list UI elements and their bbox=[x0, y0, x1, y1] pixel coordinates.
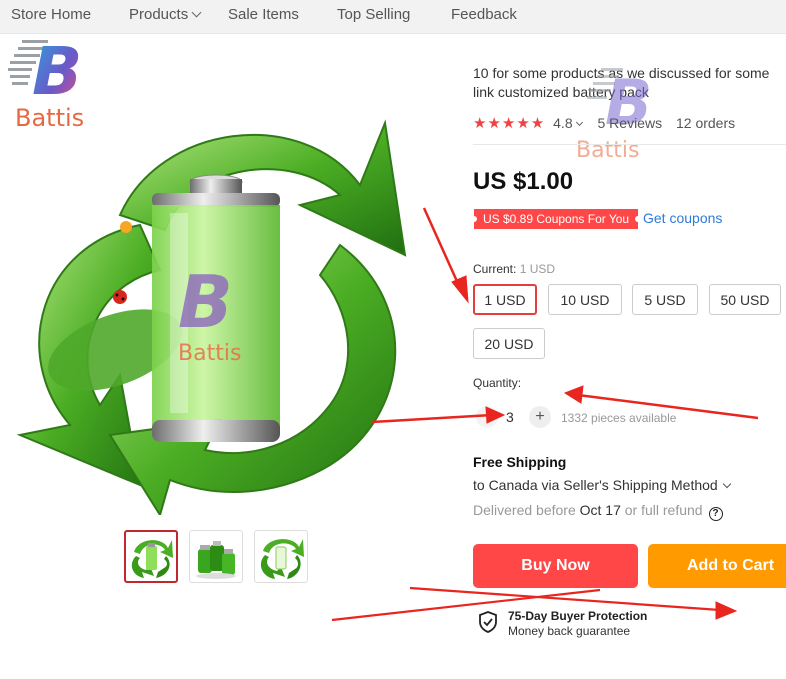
annotation-arrow-buy-2 bbox=[409, 586, 721, 612]
batteries-thumb-icon bbox=[196, 541, 236, 579]
help-icon[interactable]: ? bbox=[708, 507, 723, 521]
nav-products[interactable]: Products bbox=[129, 6, 202, 23]
coupon-badge[interactable]: US $0.89 Coupons For You bbox=[470, 209, 642, 229]
chevron-down-icon bbox=[191, 7, 202, 18]
nav-store-home[interactable]: Store Home bbox=[11, 6, 91, 23]
quantity-decrease-button[interactable] bbox=[476, 406, 498, 428]
quantity-value[interactable]: 3 bbox=[506, 409, 514, 425]
nav-sale-items[interactable]: Sale Items bbox=[228, 6, 299, 23]
buyer-protection-subtitle: Money back guarantee bbox=[508, 624, 631, 638]
image-watermark-text: Battis bbox=[178, 341, 241, 366]
thumbnail-3[interactable] bbox=[254, 530, 308, 583]
watermark-logo-text: Battis bbox=[576, 138, 640, 163]
nav-feedback[interactable]: Feedback bbox=[451, 6, 517, 23]
chevron-down-icon bbox=[722, 479, 731, 489]
shipping-to-text: to Canada via Seller's Shipping Method bbox=[473, 477, 718, 493]
svg-text:B: B bbox=[178, 260, 233, 344]
delivered-prefix: Delivered before bbox=[473, 502, 576, 518]
buyer-protection-title: 75-Day Buyer Protection bbox=[508, 609, 648, 623]
current-label-text: Current: bbox=[473, 262, 517, 276]
divider bbox=[473, 144, 786, 145]
recycle-battery-thumb-icon bbox=[131, 540, 173, 578]
option-50-usd[interactable]: 50 USD bbox=[709, 284, 781, 315]
shipping-title: Free Shipping bbox=[473, 454, 567, 470]
shipping-method-selector[interactable]: to Canada via Seller's Shipping Method bbox=[473, 477, 731, 493]
annotation-arrowhead-qty-right bbox=[563, 385, 584, 404]
reviews-link[interactable]: 5 Reviews bbox=[598, 115, 663, 131]
svg-text:B: B bbox=[32, 34, 82, 102]
buy-now-button[interactable]: Buy Now bbox=[473, 544, 638, 588]
flower-icon bbox=[120, 221, 132, 233]
delivery-estimate: Delivered before Oct 17 or full refund? bbox=[473, 502, 723, 521]
quantity-label: Quantity: bbox=[473, 376, 522, 390]
thumbnail-2[interactable] bbox=[189, 530, 243, 583]
price: US $1.00 bbox=[473, 168, 574, 195]
annotation-arrowhead-option bbox=[451, 275, 469, 304]
ladybug-icon bbox=[113, 290, 127, 304]
thumbnail-1[interactable] bbox=[124, 530, 178, 583]
add-to-cart-button[interactable]: Add to Cart bbox=[648, 544, 786, 588]
recycle-thumb-icon bbox=[260, 539, 304, 579]
quantity-increase-button[interactable]: + bbox=[529, 406, 551, 428]
orders-count: 12 orders bbox=[675, 115, 736, 131]
nav-products-label: Products bbox=[129, 6, 189, 23]
delivery-date: Oct 17 bbox=[579, 502, 621, 518]
shield-check-icon bbox=[479, 611, 497, 633]
quantity-available: 1332 pieces available bbox=[561, 411, 677, 425]
nav-top-selling[interactable]: Top Selling bbox=[337, 6, 410, 23]
option-20-usd[interactable]: 20 USD bbox=[473, 328, 545, 359]
chevron-down-icon[interactable] bbox=[575, 118, 583, 127]
product-main-image[interactable]: B Battis bbox=[0, 95, 440, 515]
brand-logo-icon: B bbox=[8, 34, 82, 102]
rating-stars-icon: ★★★★★ bbox=[473, 115, 546, 132]
current-option-value: 1 USD bbox=[519, 262, 556, 276]
annotation-arrowhead-buy bbox=[715, 601, 738, 620]
option-5-usd[interactable]: 5 USD bbox=[632, 284, 698, 315]
delivered-suffix: or full refund bbox=[624, 502, 703, 518]
rating-row: ★★★★★ 4.8 5 Reviews 12 orders bbox=[473, 114, 735, 132]
rating-score[interactable]: 4.8 bbox=[553, 115, 572, 131]
option-1-usd[interactable]: 1 USD bbox=[473, 284, 537, 315]
get-coupons-link[interactable]: Get coupons bbox=[643, 210, 722, 226]
store-nav-bar: Store Home Products Sale Items Top Selli… bbox=[0, 0, 786, 34]
current-option-label: Current: 1 USD bbox=[473, 262, 555, 276]
option-10-usd[interactable]: 10 USD bbox=[548, 284, 622, 315]
